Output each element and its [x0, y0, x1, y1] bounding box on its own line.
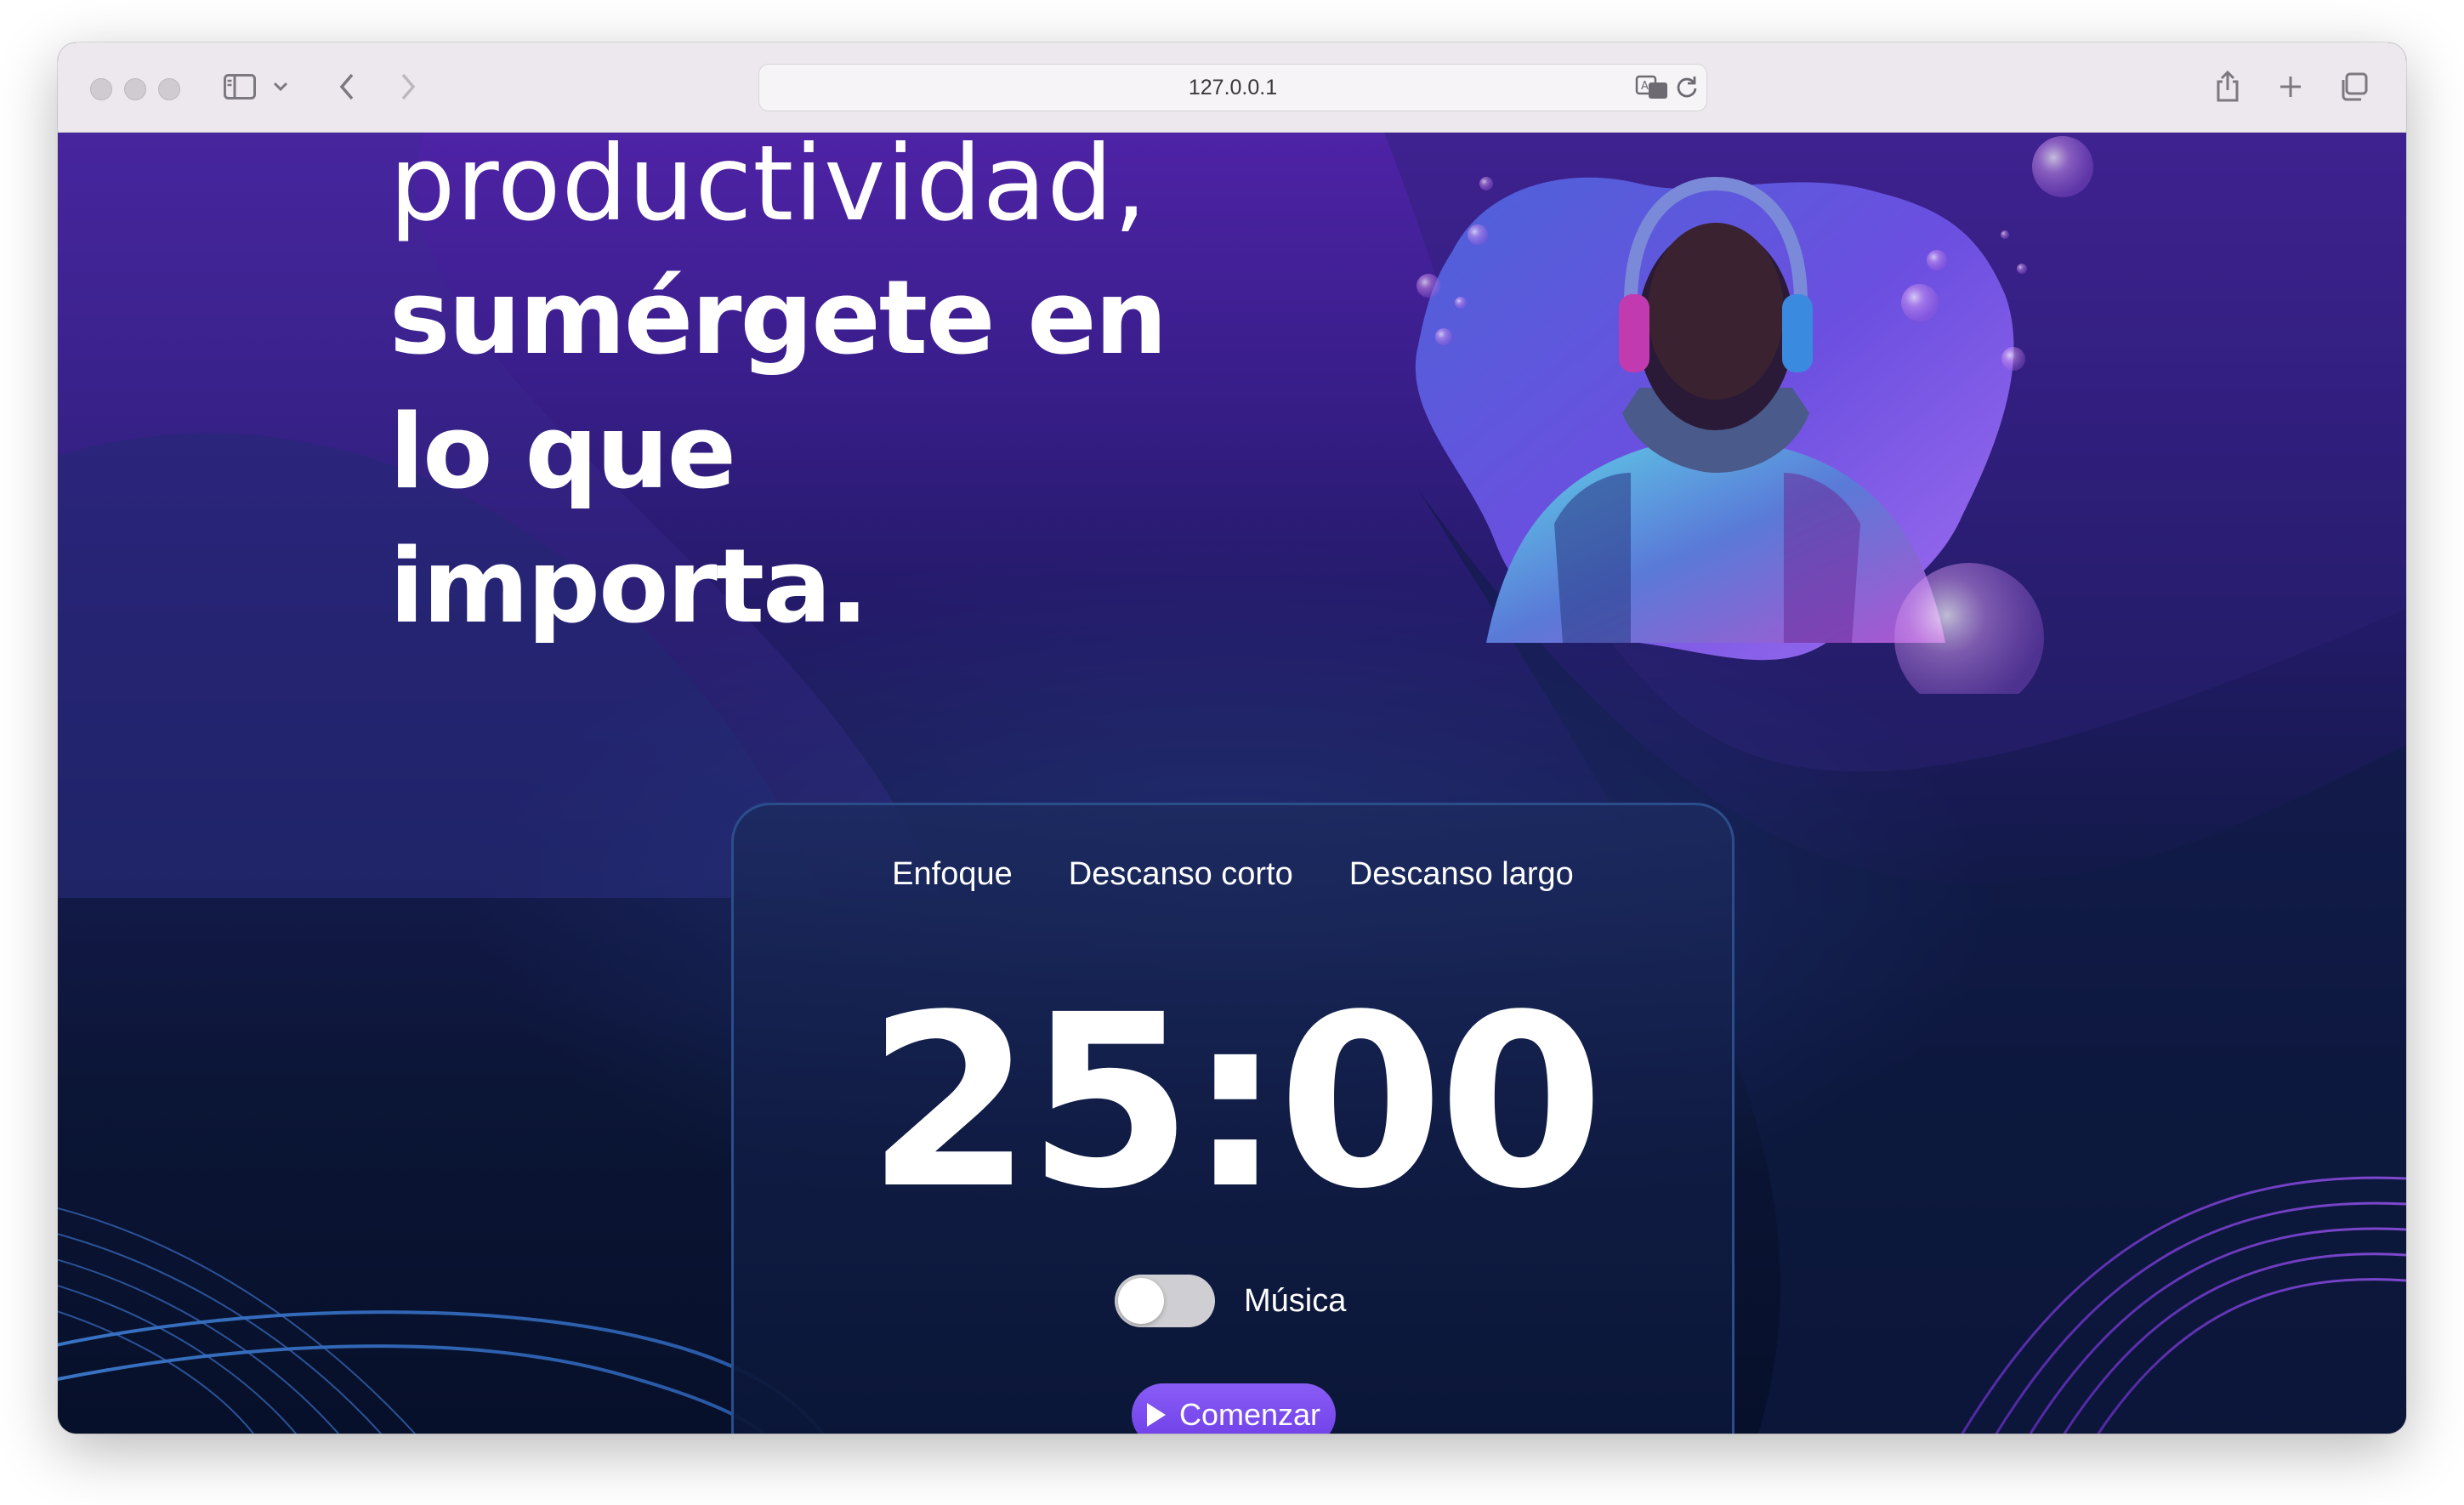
- address-bar[interactable]: 127.0.0.1 A: [758, 64, 1707, 111]
- page-viewport: productividad, sumérgete en lo que impor…: [58, 133, 2406, 1434]
- hero-illustration: [1415, 136, 2093, 694]
- timer-mode-tabs: Enfoque Descanso corto Descanso largo: [734, 856, 1732, 893]
- tab-overview-icon[interactable]: [2336, 68, 2370, 105]
- browser-window: 127.0.0.1 A productividad, sumérgete en …: [58, 43, 2406, 1434]
- hero-line-3: lo que: [389, 394, 736, 512]
- minimize-window-button[interactable]: [124, 78, 146, 100]
- share-icon[interactable]: [2211, 68, 2245, 105]
- translate-icon[interactable]: A: [1635, 74, 1669, 101]
- music-toggle-row: Música: [1115, 1275, 1346, 1327]
- url-text: 127.0.0.1: [1188, 76, 1278, 99]
- forward-icon[interactable]: [391, 68, 425, 105]
- sidebar-icon[interactable]: [221, 68, 258, 105]
- hero-line-1: productividad,: [389, 133, 1148, 244]
- tab-focus[interactable]: Enfoque: [892, 856, 1013, 893]
- hero-line-4: importa.: [389, 528, 869, 646]
- back-icon[interactable]: [330, 68, 364, 105]
- hero-line-2: sumérgete en: [389, 259, 1167, 378]
- new-tab-icon[interactable]: [2274, 68, 2308, 105]
- browser-toolbar: 127.0.0.1 A: [58, 43, 2406, 133]
- play-icon: [1146, 1403, 1166, 1427]
- start-button[interactable]: Comenzar: [1132, 1383, 1336, 1434]
- chevron-down-icon[interactable]: [270, 68, 291, 105]
- tab-long-break[interactable]: Descanso largo: [1349, 856, 1574, 893]
- toggle-knob: [1118, 1278, 1164, 1324]
- reload-icon[interactable]: [1676, 74, 1698, 101]
- zoom-window-button[interactable]: [158, 78, 180, 100]
- music-label: Música: [1244, 1282, 1347, 1319]
- hero-headline: productividad, sumérgete en lo que impor…: [389, 133, 1240, 655]
- timer-card: Enfoque Descanso corto Descanso largo 25…: [731, 803, 1734, 1434]
- close-window-button[interactable]: [90, 78, 112, 100]
- svg-text:A: A: [1641, 80, 1649, 93]
- start-button-label: Comenzar: [1178, 1397, 1321, 1432]
- music-toggle[interactable]: [1115, 1275, 1215, 1327]
- tab-short-break[interactable]: Descanso corto: [1069, 856, 1293, 893]
- timer-display: 25:00: [866, 964, 1604, 1241]
